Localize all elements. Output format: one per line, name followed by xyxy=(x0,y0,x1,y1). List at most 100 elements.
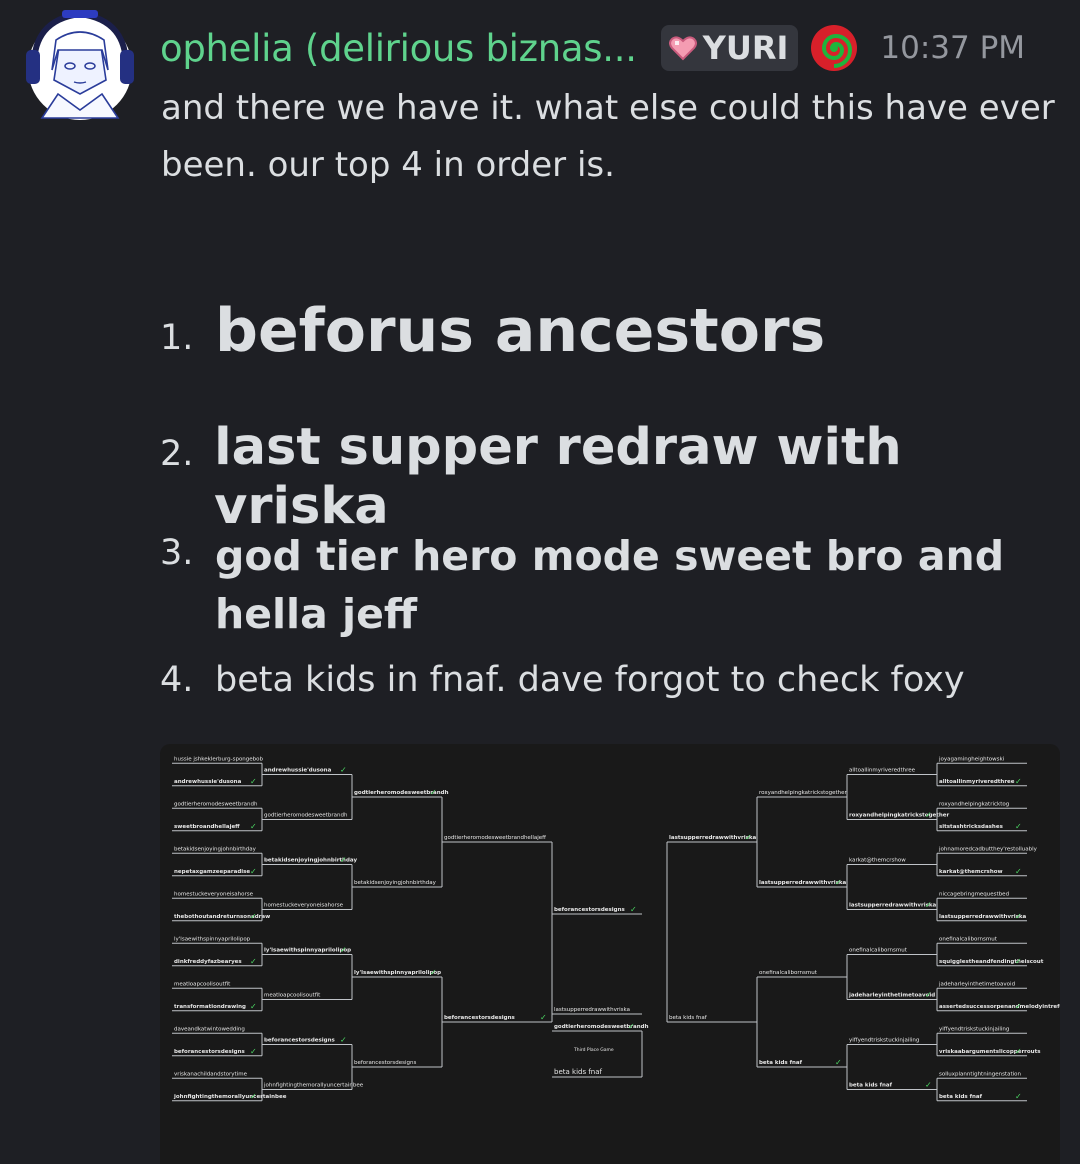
list-item: 3. god tier hero mode sweet bro and hell… xyxy=(160,527,1045,643)
winner-check-icon: ✓ xyxy=(1015,777,1022,786)
timestamp: 10:37 PM xyxy=(880,30,1026,66)
bracket-image-attachment[interactable]: hussie jshkeklerburg-spongebob andrewhuss… xyxy=(160,744,1060,1164)
winner-check-icon: ✓ xyxy=(250,1002,257,1011)
bracket-entry-label: solluxplanntightningenstation xyxy=(939,1071,1022,1077)
list-item: 4. beta kids in fnaf. dave forgot to che… xyxy=(160,660,965,700)
winner-check-icon: ✓ xyxy=(925,991,932,1000)
bracket-entry-label: transformationdrawing xyxy=(174,1004,246,1010)
winner-check-icon: ✓ xyxy=(1015,957,1022,966)
bracket-entry-label: sweetbroandhellajeff xyxy=(174,824,240,830)
bracket-entry-label: ly'lsaewithspinnyaprilolipop xyxy=(264,948,351,954)
bracket-entry-label: godtierheromodesweetbrandh xyxy=(264,813,348,819)
winner-check-icon: ✓ xyxy=(745,833,752,842)
bracket-entry-label: beforancestorsdesigns xyxy=(264,1038,336,1044)
role-tag-label: YURI xyxy=(702,29,789,67)
bracket-entry-label: meatloapcoolisoutfit xyxy=(174,981,231,987)
winner-check-icon: ✓ xyxy=(250,1047,257,1056)
bracket-entry-label: nepetaxgamzeeparadise xyxy=(174,869,250,875)
bracket-entry-label: johnfightingthemorallyuncertainbee xyxy=(173,1094,287,1100)
winner-check-icon: ✓ xyxy=(630,905,637,914)
bracket-entry-label: vriskanachildandstorytime xyxy=(174,1071,248,1077)
bracket-entry-label: onefinalcalibornsmut xyxy=(939,936,998,942)
bracket-entry-label: Third Place Game xyxy=(573,1047,614,1053)
pink-heart-icon xyxy=(668,36,697,61)
bracket-entry-label: ly'lsaewithspinnyaprilolipop xyxy=(354,970,441,976)
list-text: god tier hero mode sweet bro and hella j… xyxy=(215,532,1005,638)
username[interactable]: ophelia (delirious biznas... xyxy=(160,27,637,70)
role-tag[interactable]: YURI xyxy=(660,25,799,71)
bracket-entry-label: johnfightingthemorallyuncertainbee xyxy=(263,1083,364,1089)
bracket-entry-label: betakidsenjoyingjohnbirthday xyxy=(174,846,257,852)
bracket-entry-label: beforancestorsdesigns xyxy=(354,1060,416,1066)
bracket-entry-label: jadeharleyinthetimetoavoid xyxy=(938,981,1015,987)
bracket-entry-label: lastsupperredrawwithvriska xyxy=(554,1007,630,1013)
bracket-entry-label: lastsupperredrawwithvriska xyxy=(669,835,757,841)
bracket-entry-label: lastsupperredrawwithvriska xyxy=(849,903,937,909)
bracket-entry-label: roxyandhelpingkatricktog xyxy=(939,801,1009,807)
winner-check-icon: ✓ xyxy=(340,1036,347,1045)
spiral-icon[interactable] xyxy=(810,24,858,72)
winner-check-icon: ✓ xyxy=(430,968,437,977)
bracket-entry-label: beforancestorsdesigns xyxy=(174,1049,246,1055)
bracket-entry-label: hussie jshkeklerburg-spongebob xyxy=(174,756,264,762)
bracket-entry-label: alltoallinmyriveredthree xyxy=(939,779,1015,785)
bracket-entry-label: roxyandhelpingkatrickstogether xyxy=(759,790,847,796)
bracket-entry-label: beforancestorsdesigns xyxy=(554,907,626,913)
bracket-entry-label: beta kids fnaf xyxy=(849,1083,893,1089)
winner-check-icon: ✓ xyxy=(340,766,347,775)
bracket-entry-label: godtierheromodesweetbrandh xyxy=(174,801,258,807)
tournament-bracket: hussie jshkeklerburg-spongebobandrewhuss… xyxy=(172,756,1060,1102)
bracket-entry-label: assertedsuccessorpenandmelodyintrefc xyxy=(939,1004,1060,1010)
bracket-entry-label: karkat@themcrshow xyxy=(939,869,1003,875)
bracket-entry-label: betakidsenjoyingjohnbirthday xyxy=(354,880,437,886)
bracket-entry-label: andrewhussie'dusona xyxy=(174,779,242,785)
winner-check-icon: ✓ xyxy=(250,867,257,876)
list-item: 2. last supper redraw with vriska xyxy=(160,418,1080,536)
winner-check-icon: ✓ xyxy=(340,946,347,955)
message-header: ophelia (delirious biznas... YURI 10:37 … xyxy=(160,20,1025,76)
bracket-entry-label: joyagamingheightowski xyxy=(938,756,1005,762)
bracket-entry-label: johnamoredcadbutthey'restolluably xyxy=(938,846,1038,852)
message-text: and there we have it. what else could th… xyxy=(161,88,1055,185)
bracket-entry-label: vriskaabargumentslicopperrouts xyxy=(939,1049,1041,1055)
bracket-entry-label: homestuckeveryoneisahorse xyxy=(264,903,344,909)
bracket-entry-label: roxyandhelpingkatrickstogether xyxy=(849,813,950,819)
bracket-entry-label: onefinalcalibornsmut xyxy=(759,970,818,976)
winner-check-icon: ✓ xyxy=(250,957,257,966)
winner-check-icon: ✓ xyxy=(250,1092,257,1101)
user-avatar[interactable] xyxy=(22,10,138,126)
winner-check-icon: ✓ xyxy=(430,788,437,797)
winner-check-icon: ✓ xyxy=(340,856,347,865)
list-number: 2. xyxy=(160,434,194,474)
winner-check-icon: ✓ xyxy=(925,1081,932,1090)
bracket-entry-label: andrewhussie'dusona xyxy=(264,768,332,774)
winner-check-icon: ✓ xyxy=(1015,912,1022,921)
winner-check-icon: ✓ xyxy=(1015,1002,1022,1011)
bracket-entry-label: beta kids fnaf xyxy=(669,1015,708,1021)
winner-check-icon: ✓ xyxy=(628,1022,635,1031)
winner-check-icon: ✓ xyxy=(250,777,257,786)
list-item: 1. beforus ancestors xyxy=(160,296,825,366)
bracket-entry-label: jadeharleyinthetimetoavoid xyxy=(848,993,935,999)
winner-check-icon: ✓ xyxy=(250,822,257,831)
bracket-entry-label: niccagebringmequestbed xyxy=(939,891,1009,897)
bracket-entry-label: beta kids fnaf xyxy=(759,1060,803,1066)
winner-check-icon: ✓ xyxy=(250,912,257,921)
winner-check-icon: ✓ xyxy=(1015,1092,1022,1101)
bracket-entry-label: daveandkatwintowedding xyxy=(174,1026,245,1032)
bracket-entry-label: yiffyendtriskstuckinjailing xyxy=(849,1038,919,1044)
bracket-entry-label: lastsupperredrawwithvriska xyxy=(759,880,847,886)
bracket-entry-label: homestuckeveryoneisahorse xyxy=(174,891,254,897)
bracket-entry-label: beta kids fnaf xyxy=(939,1094,983,1100)
list-number: 3. xyxy=(160,533,194,573)
winner-check-icon: ✓ xyxy=(1015,1047,1022,1056)
bracket-entry-label: sitstashtricksdashes xyxy=(939,824,1004,830)
bracket-entry-label: karkat@themcrshow xyxy=(849,858,906,864)
bracket-entry-label: alltoallinmyriveredthree xyxy=(849,768,916,774)
list-number: 1. xyxy=(160,318,194,358)
winner-check-icon: ✓ xyxy=(1015,867,1022,876)
list-text: beta kids in fnaf. dave forgot to check … xyxy=(215,660,965,700)
bracket-entry-label: onefinalcalibornsmut xyxy=(849,948,908,954)
bracket-entry-label: dinkfreddyfazbearyes xyxy=(174,959,242,965)
list-number: 4. xyxy=(160,660,194,700)
